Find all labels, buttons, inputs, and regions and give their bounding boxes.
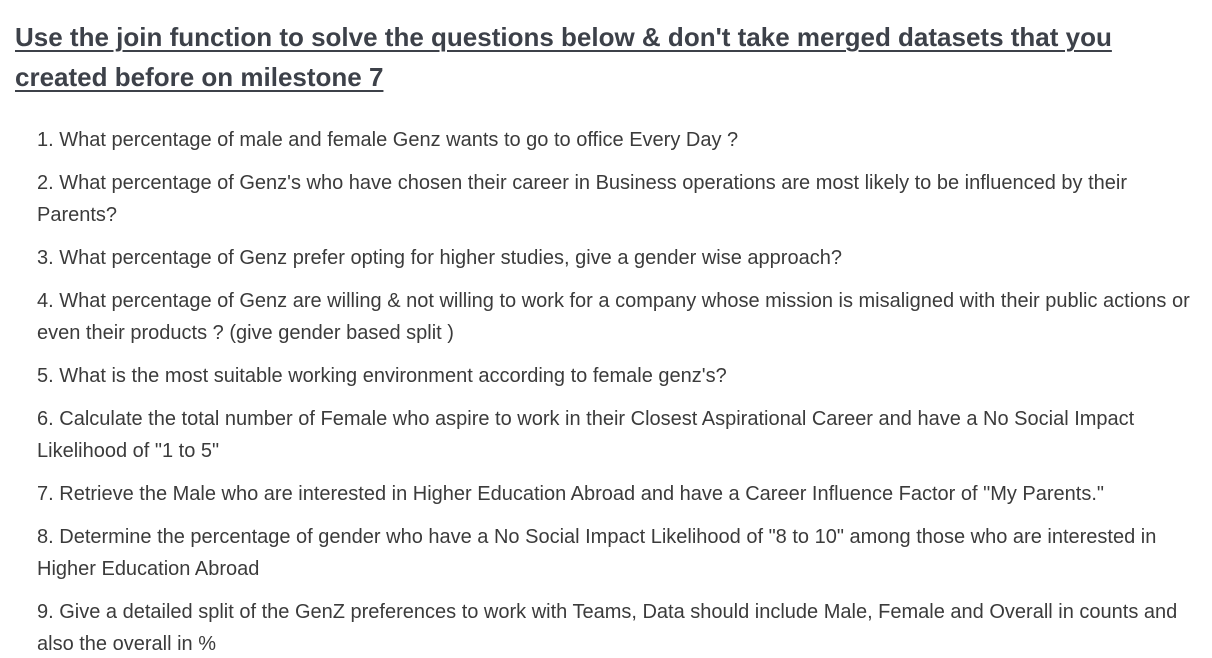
item-text: Determine the percentage of gender who h… [37,526,1157,580]
item-number: 6. [37,408,54,430]
document-page: Use the join function to solve the quest… [0,0,1212,658]
list-item: 3. What percentage of Genz prefer opting… [37,242,1209,274]
item-text: What percentage of Genz's who have chose… [37,172,1127,226]
item-number: 1. [37,129,54,151]
item-number: 2. [37,172,54,194]
item-number: 5. [37,365,54,387]
item-text: What percentage of Genz prefer opting fo… [59,247,842,269]
item-text: What percentage of Genz are willing & no… [37,290,1190,344]
list-item: 5. What is the most suitable working env… [37,360,1209,392]
item-text: Retrieve the Male who are interested in … [59,483,1105,505]
item-text: Calculate the total number of Female who… [37,408,1135,462]
item-number: 4. [37,290,54,312]
question-list: 1. What percentage of male and female Ge… [37,124,1209,658]
list-item: 4. What percentage of Genz are willing &… [37,285,1209,349]
list-item: 2. What percentage of Genz's who have ch… [37,167,1209,231]
item-number: 9. [37,601,54,623]
item-number: 3. [37,247,54,269]
page-title: Use the join function to solve the quest… [15,22,1112,92]
item-text: What percentage of male and female Genz … [59,129,739,151]
item-text: Give a detailed split of the GenZ prefer… [37,601,1178,655]
list-item: 7. Retrieve the Male who are interested … [37,478,1209,510]
list-item: 1. What percentage of male and female Ge… [37,124,1209,156]
list-item: 9. Give a detailed split of the GenZ pre… [37,596,1209,658]
item-number: 7. [37,483,54,505]
item-text: What is the most suitable working enviro… [59,365,727,387]
item-number: 8. [37,526,54,548]
list-item: 6. Calculate the total number of Female … [37,403,1209,467]
list-item: 8. Determine the percentage of gender wh… [37,521,1209,585]
